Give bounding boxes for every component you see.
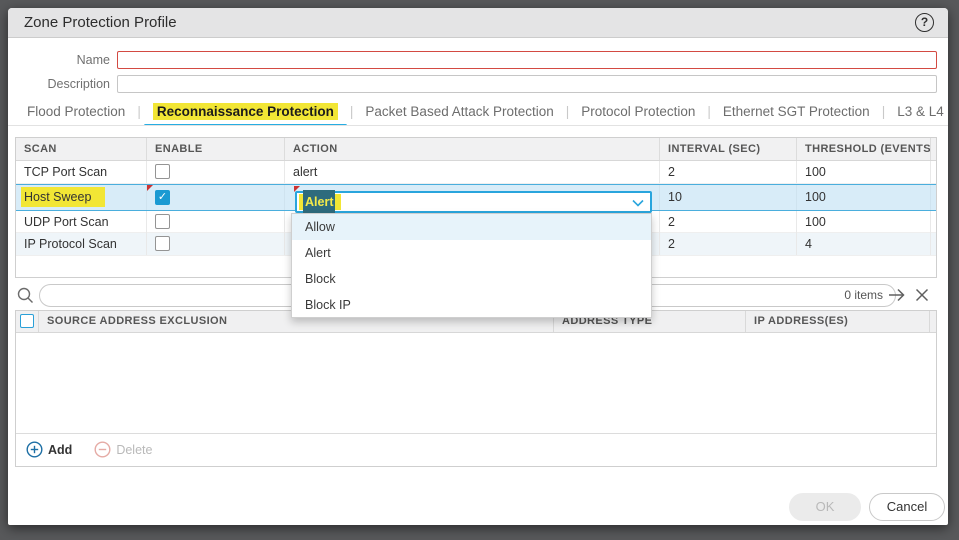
tab-protocol-protection[interactable]: Protocol Protection	[581, 102, 695, 126]
minus-circle-icon	[94, 441, 111, 458]
enable-checkbox[interactable]	[155, 214, 170, 229]
action-dropdown-menu: Allow Alert Block Block IP	[291, 213, 652, 318]
menu-item-alert[interactable]: Alert	[292, 240, 651, 266]
column-header-action[interactable]: ACTION	[285, 138, 660, 160]
modified-marker	[147, 185, 153, 191]
zone-protection-profile-dialog: Zone Protection Profile ? Name Descripti…	[8, 8, 948, 525]
column-header-spacer	[930, 311, 938, 332]
tab-ethernet-sgt-protection[interactable]: Ethernet SGT Protection	[723, 102, 870, 126]
tab-separator: |	[349, 104, 354, 119]
exclusion-table-footer: Add Delete	[16, 434, 936, 465]
scan-name: TCP Port Scan	[16, 161, 147, 183]
action-value[interactable]: alert	[285, 161, 660, 183]
highlight-annotation: Alert	[299, 189, 342, 215]
name-field[interactable]	[117, 51, 937, 69]
ok-button[interactable]: OK	[789, 493, 861, 521]
threshold-value[interactable]: 4	[797, 233, 931, 255]
tab-l3-l4-header-inspection[interactable]: L3 & L4 Header Insp	[897, 102, 944, 126]
action-cell: Alert	[285, 185, 660, 215]
scan-name: Host Sweep	[16, 185, 147, 210]
interval-value[interactable]: 10	[660, 185, 797, 210]
tab-divider	[8, 125, 948, 126]
column-header-interval[interactable]: INTERVAL (SEC)	[660, 138, 797, 160]
table-row-host-sweep[interactable]: Host Sweep ✓ Alert 10 100	[16, 184, 936, 215]
menu-item-block[interactable]: Block	[292, 266, 651, 292]
column-header-spacer	[931, 138, 939, 160]
name-label: Name	[76, 53, 110, 67]
menu-item-allow[interactable]: Allow	[292, 214, 651, 240]
items-count-badge: 0 items	[844, 288, 883, 302]
column-header-ip-addresses[interactable]: IP ADDRESS(ES)	[746, 311, 930, 332]
description-field[interactable]	[117, 75, 937, 93]
interval-value[interactable]: 2	[660, 161, 797, 183]
tab-separator: |	[707, 104, 711, 119]
scan-name: IP Protocol Scan	[16, 233, 147, 255]
threshold-value[interactable]: 100	[797, 211, 931, 233]
scan-table-header: SCAN ENABLE ACTION INTERVAL (SEC) THRESH…	[16, 138, 936, 161]
help-icon[interactable]: ?	[915, 13, 934, 32]
description-label: Description	[47, 77, 110, 91]
cancel-button[interactable]: Cancel	[869, 493, 945, 521]
interval-value[interactable]: 2	[660, 233, 797, 255]
column-header-enable[interactable]: ENABLE	[147, 138, 285, 160]
delete-button[interactable]: Delete	[94, 441, 152, 458]
scan-name: UDP Port Scan	[16, 211, 147, 233]
column-header-threshold[interactable]: THRESHOLD (EVENTS)	[797, 138, 931, 160]
enable-checkbox[interactable]	[155, 236, 170, 251]
dialog-titlebar: Zone Protection Profile ?	[8, 8, 948, 38]
enable-checkbox[interactable]	[155, 164, 170, 179]
chevron-down-icon	[632, 199, 644, 207]
search-icon[interactable]	[16, 286, 35, 305]
tab-packet-based-attack-protection[interactable]: Packet Based Attack Protection	[365, 102, 553, 126]
exclusion-table-empty-body	[16, 333, 936, 434]
action-dropdown[interactable]: Alert	[295, 189, 652, 215]
tab-flood-protection[interactable]: Flood Protection	[27, 102, 125, 126]
interval-value[interactable]: 2	[660, 211, 797, 233]
add-button[interactable]: Add	[26, 441, 72, 458]
select-all-checkbox[interactable]	[20, 314, 34, 328]
tab-separator: |	[881, 104, 886, 119]
source-address-exclusion-table: SOURCE ADDRESS EXCLUSION ADDRESS TYPE IP…	[15, 310, 937, 467]
tab-separator: |	[565, 104, 570, 119]
table-row-tcp-port-scan[interactable]: TCP Port Scan alert 2 100	[16, 161, 936, 184]
menu-item-block-ip[interactable]: Block IP	[292, 292, 651, 318]
dialog-title: Zone Protection Profile	[24, 14, 177, 31]
enable-checkbox[interactable]: ✓	[155, 190, 170, 205]
tab-reconnaissance-protection[interactable]: Reconnaissance Protection	[143, 102, 347, 126]
apply-filter-arrow-icon[interactable]	[887, 286, 907, 304]
column-header-scan[interactable]: SCAN	[16, 138, 147, 160]
threshold-value[interactable]: 100	[797, 185, 931, 210]
plus-circle-icon	[26, 441, 43, 458]
clear-filter-icon[interactable]	[913, 286, 931, 304]
action-dropdown-value: Alert	[303, 189, 336, 215]
tab-bar: Flood Protection | Reconnaissance Protec…	[27, 102, 944, 126]
tab-separator: |	[137, 104, 141, 119]
screen-background: Zone Protection Profile ? Name Descripti…	[0, 0, 959, 540]
threshold-value[interactable]: 100	[797, 161, 931, 183]
